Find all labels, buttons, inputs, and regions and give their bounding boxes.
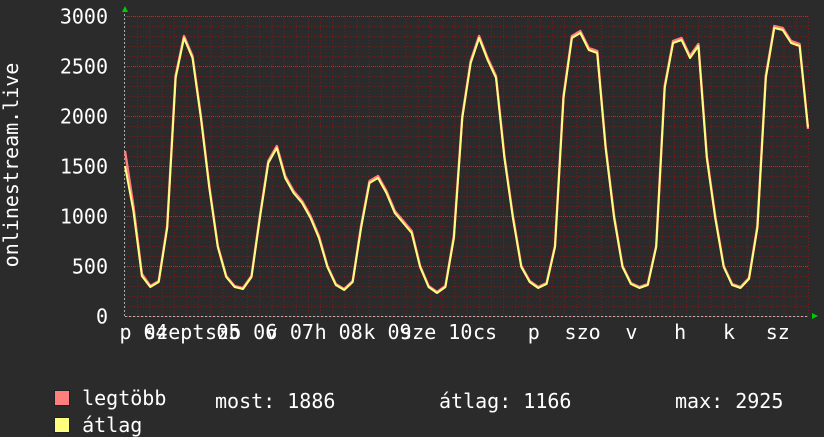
x-tick-label: v bbox=[625, 320, 637, 344]
stat-current: most: 1886 bbox=[215, 389, 336, 413]
series-line-max bbox=[123, 24, 810, 294]
y-tick-label: 500 bbox=[72, 255, 108, 279]
x-tick-label: sze 10 bbox=[400, 320, 472, 344]
y-tick-label: 0 bbox=[96, 305, 108, 329]
x-tick-label: k bbox=[723, 320, 735, 344]
x-tick-label: h 08 bbox=[315, 320, 363, 344]
x-tick-label: sz bbox=[766, 320, 790, 344]
x-tick-label: h bbox=[674, 320, 686, 344]
x-tick-label: szo bbox=[565, 320, 601, 344]
y-tick-label: 1000 bbox=[60, 205, 108, 229]
x-tick-label: cs bbox=[473, 320, 497, 344]
stat-average: átlag: 1166 bbox=[439, 389, 572, 413]
x-axis-arrow bbox=[812, 313, 818, 319]
x-tick-label: p bbox=[528, 320, 540, 344]
y-axis-label: onlinestream.live bbox=[0, 63, 23, 268]
stat-max: max: 2925 bbox=[675, 389, 784, 413]
y-tick-label: 2500 bbox=[60, 55, 108, 79]
legend-avg-label: átlag bbox=[82, 413, 143, 437]
y-tick-label: 1500 bbox=[60, 155, 108, 179]
x-tick-label: v 07 bbox=[266, 320, 314, 344]
y-axis-arrow bbox=[122, 6, 128, 12]
legend-avg-swatch bbox=[54, 417, 71, 433]
y-tick-label: 3000 bbox=[60, 5, 108, 29]
chart: 050010001500200025003000p 04szept 05szo … bbox=[0, 5, 818, 344]
y-tick-label: 2000 bbox=[60, 105, 108, 129]
